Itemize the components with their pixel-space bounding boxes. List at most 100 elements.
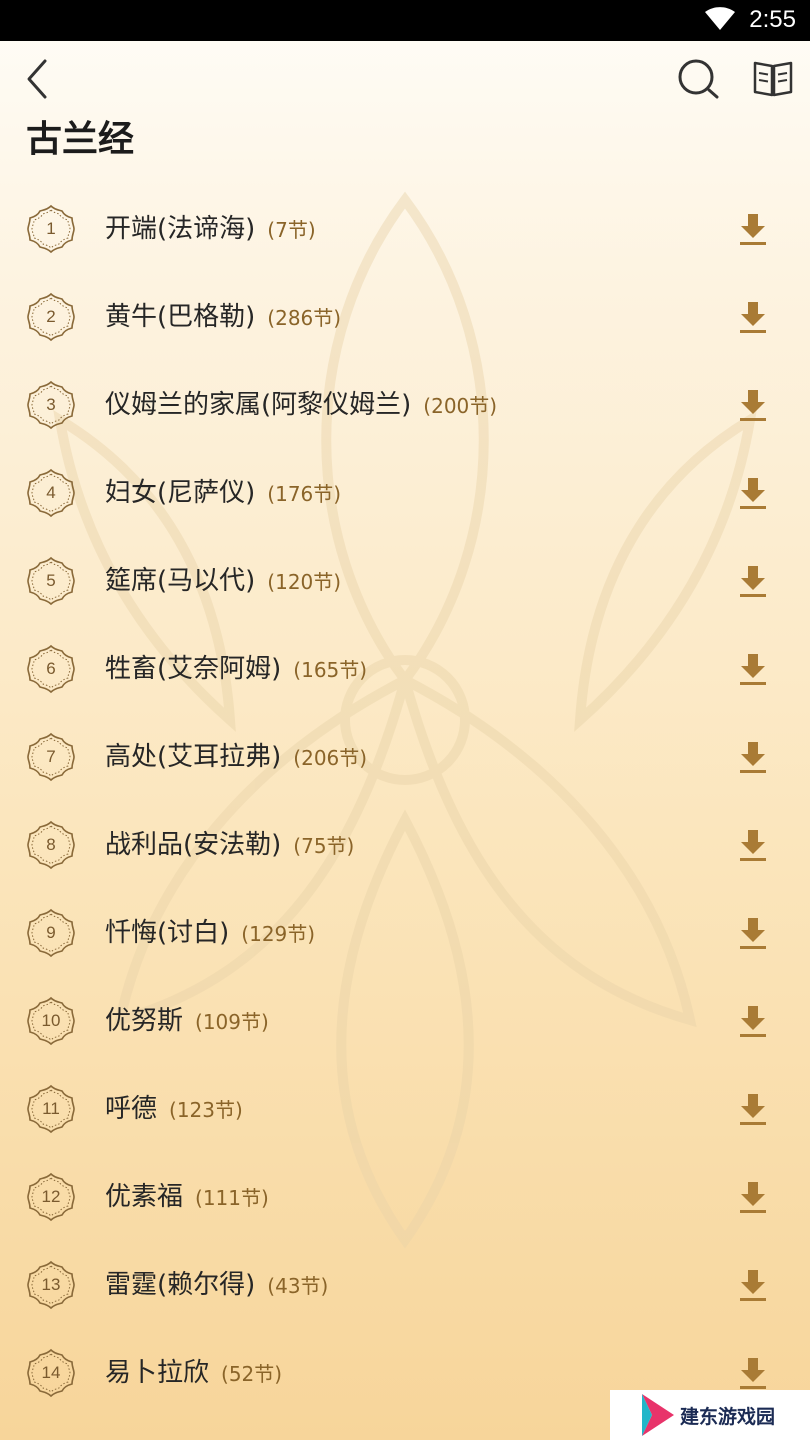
download-icon <box>740 918 766 949</box>
surah-row[interactable]: 6 牲畜(艾奈阿姆) (165节) <box>0 625 810 713</box>
watermark-logo-icon <box>642 1394 674 1436</box>
surah-number-badge: 7 <box>26 732 76 782</box>
back-button[interactable] <box>18 55 58 103</box>
surah-number-badge: 8 <box>26 820 76 870</box>
surah-name: 呼德 <box>105 1094 158 1124</box>
verse-count: (286节) <box>267 306 342 330</box>
download-icon <box>740 654 766 685</box>
download-icon <box>740 1270 766 1301</box>
download-button[interactable] <box>736 651 770 687</box>
download-button[interactable] <box>736 299 770 335</box>
download-button[interactable] <box>736 475 770 511</box>
download-button[interactable] <box>736 1267 770 1303</box>
surah-title: 妇女(尼萨仪) (176节) <box>105 473 341 514</box>
verse-count: (129节) <box>241 922 316 946</box>
surah-number-badge: 10 <box>26 996 76 1046</box>
surah-number: 12 <box>41 1187 61 1206</box>
surah-number: 11 <box>42 1099 60 1118</box>
surah-row[interactable]: 7 高处(艾耳拉弗) (206节) <box>0 713 810 801</box>
download-icon <box>740 1182 766 1213</box>
surah-number: 5 <box>46 571 56 590</box>
surah-name: 忏悔(讨白) <box>105 918 230 948</box>
surah-row[interactable]: 4 妇女(尼萨仪) (176节) <box>0 449 810 537</box>
verse-count: (109节) <box>195 1010 269 1034</box>
download-button[interactable] <box>736 211 770 247</box>
surah-name: 黄牛(巴格勒) <box>105 302 256 332</box>
surah-row[interactable]: 5 筵席(马以代) (120节) <box>0 537 810 625</box>
surah-number: 10 <box>41 1011 61 1030</box>
status-bar: 2:55 <box>0 0 810 41</box>
surah-number-badge: 2 <box>26 292 76 342</box>
download-button[interactable] <box>736 1179 770 1215</box>
surah-row[interactable]: 10 优努斯 (109节) <box>0 977 810 1065</box>
surah-row[interactable]: 12 优素福 (111节) <box>0 1153 810 1241</box>
download-button[interactable] <box>736 915 770 951</box>
surah-row[interactable]: 13 雷霆(赖尔得) (43节) <box>0 1241 810 1329</box>
surah-list: 1 开端(法谛海) (7节) 2 黄牛(巴格勒) (286节) 3 仪姆兰的家属… <box>0 185 810 1417</box>
download-button[interactable] <box>736 827 770 863</box>
surah-number: 14 <box>41 1363 61 1382</box>
surah-number: 13 <box>41 1275 61 1294</box>
surah-number-badge: 4 <box>26 468 76 518</box>
surah-title: 牲畜(艾奈阿姆) (165节) <box>105 649 367 690</box>
download-button[interactable] <box>736 387 770 423</box>
surah-name: 高处(艾耳拉弗) <box>105 742 282 772</box>
download-button[interactable] <box>736 1355 770 1391</box>
download-button[interactable] <box>736 563 770 599</box>
verse-count: (176节) <box>267 482 342 506</box>
verse-count: (200节) <box>423 394 498 418</box>
surah-name: 牲畜(艾奈阿姆) <box>105 654 282 684</box>
download-icon <box>740 566 766 597</box>
download-icon <box>740 390 766 421</box>
download-icon <box>740 214 766 245</box>
surah-name: 易卜拉欣 <box>105 1358 210 1388</box>
download-button[interactable] <box>736 739 770 775</box>
surah-title: 高处(艾耳拉弗) (206节) <box>105 737 367 778</box>
toolbar <box>0 41 810 121</box>
verse-count: (123节) <box>169 1098 243 1122</box>
surah-title: 筵席(马以代) (120节) <box>105 561 341 602</box>
surah-row[interactable]: 1 开端(法谛海) (7节) <box>0 185 810 273</box>
surah-title: 优素福 (111节) <box>105 1177 269 1218</box>
watermark-text: 建东游戏园 <box>680 1406 776 1428</box>
wifi-icon <box>705 7 735 30</box>
surah-number: 6 <box>46 659 56 678</box>
verse-count: (52节) <box>221 1362 283 1386</box>
surah-row[interactable]: 11 呼德 (123节) <box>0 1065 810 1153</box>
surah-row[interactable]: 3 仪姆兰的家属(阿黎仪姆兰) (200节) <box>0 361 810 449</box>
surah-number: 3 <box>46 395 56 414</box>
surah-title: 黄牛(巴格勒) (286节) <box>105 297 341 338</box>
download-button[interactable] <box>736 1003 770 1039</box>
surah-title: 仪姆兰的家属(阿黎仪姆兰) (200节) <box>105 385 497 426</box>
surah-number: 1 <box>46 219 56 238</box>
surah-name: 开端(法谛海) <box>105 214 256 244</box>
download-icon <box>740 742 766 773</box>
download-icon <box>740 1358 766 1389</box>
surah-name: 筵席(马以代) <box>105 566 256 596</box>
surah-number: 8 <box>46 835 56 854</box>
verse-count: (43节) <box>267 1274 329 1298</box>
surah-number-badge: 5 <box>26 556 76 606</box>
surah-number: 9 <box>46 923 56 942</box>
reading-mode-button[interactable] <box>748 55 798 103</box>
surah-number: 4 <box>46 483 56 502</box>
surah-title: 易卜拉欣 (52节) <box>105 1353 282 1394</box>
surah-name: 优努斯 <box>105 1006 184 1036</box>
surah-number-badge: 11 <box>26 1084 76 1134</box>
open-book-icon <box>753 61 793 97</box>
surah-number-badge: 3 <box>26 380 76 430</box>
surah-row[interactable]: 8 战利品(安法勒) (75节) <box>0 801 810 889</box>
surah-title: 开端(法谛海) (7节) <box>105 209 316 250</box>
surah-title: 战利品(安法勒) (75节) <box>105 825 354 866</box>
verse-count: (111节) <box>195 1186 269 1210</box>
verse-count: (165节) <box>293 658 368 682</box>
surah-row[interactable]: 2 黄牛(巴格勒) (286节) <box>0 273 810 361</box>
surah-row[interactable]: 9 忏悔(讨白) (129节) <box>0 889 810 977</box>
surah-number-badge: 6 <box>26 644 76 694</box>
surah-name: 仪姆兰的家属(阿黎仪姆兰) <box>105 390 412 420</box>
surah-title: 呼德 (123节) <box>105 1089 243 1130</box>
surah-number-badge: 1 <box>26 204 76 254</box>
download-button[interactable] <box>736 1091 770 1127</box>
surah-title: 雷霆(赖尔得) (43节) <box>105 1265 328 1306</box>
search-button[interactable] <box>672 55 724 103</box>
